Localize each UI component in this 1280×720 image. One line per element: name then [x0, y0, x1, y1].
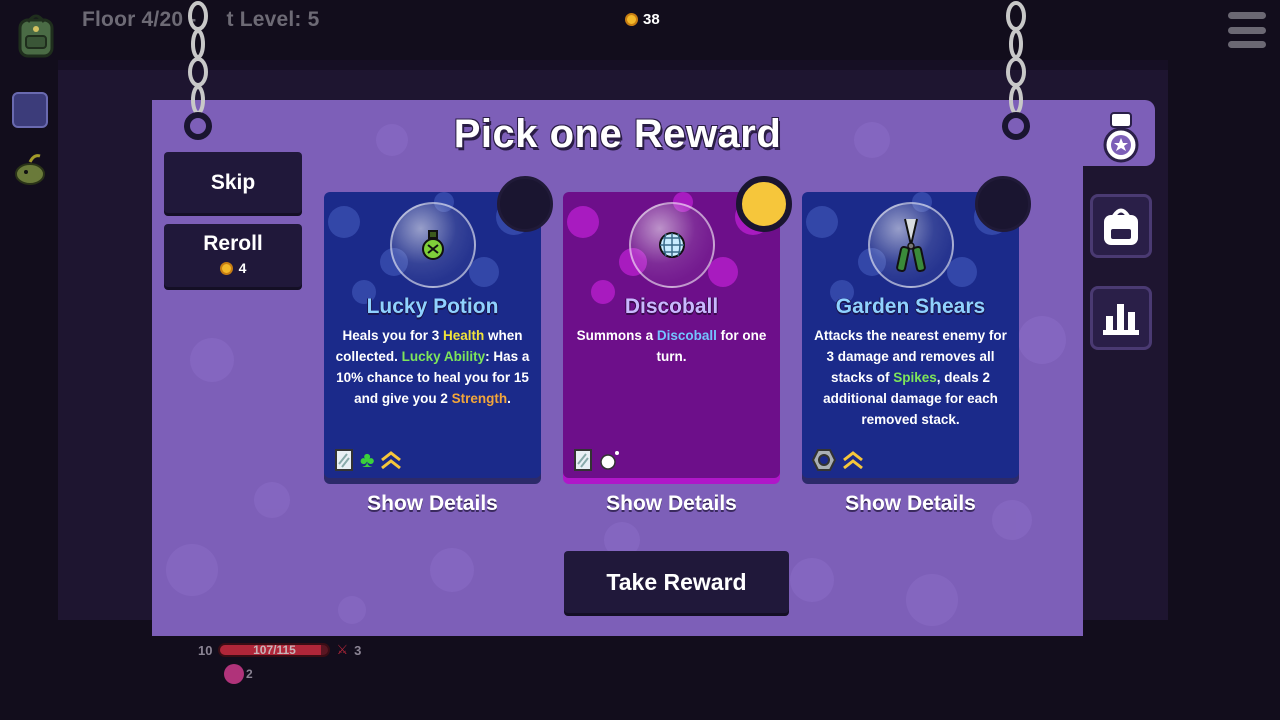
- card-tags: [812, 448, 864, 472]
- description-text: Summons a: [576, 328, 657, 343]
- map-icon[interactable]: [12, 92, 48, 128]
- backpack-button[interactable]: [1090, 194, 1152, 258]
- show-details-link[interactable]: Show Details: [324, 492, 541, 516]
- level-text: t Level: 5: [226, 8, 320, 31]
- card-orb: [390, 202, 476, 288]
- description-text: .: [507, 391, 511, 406]
- attack-value: 3: [354, 642, 362, 658]
- reward-card-discoball[interactable]: Discoball Summons a Discoball for one tu…: [563, 192, 780, 478]
- skip-button[interactable]: Skip: [164, 152, 302, 213]
- skull-icon: [224, 664, 244, 684]
- keyword: Lucky Ability: [401, 349, 486, 364]
- show-details-link[interactable]: Show Details: [563, 492, 780, 516]
- card-title: Garden Shears: [835, 295, 986, 318]
- card-description: Heals you for 3 Health when collected. L…: [334, 325, 531, 409]
- skull-counter: 2: [224, 664, 253, 684]
- keyword: Spikes: [893, 370, 937, 385]
- potion-icon: [422, 230, 444, 260]
- player-stats: 10 107/115 ⚔ 3: [198, 642, 361, 658]
- reroll-button[interactable]: Reroll 4: [164, 224, 302, 287]
- menu-button[interactable]: [1228, 12, 1266, 48]
- sparkle-orb-icon: [600, 451, 619, 470]
- panel-title: Pick one Reward: [453, 112, 782, 156]
- stats-button[interactable]: [1090, 286, 1152, 350]
- shears-icon: [896, 218, 926, 273]
- card-description: Attacks the nearest enemy for 3 damage a…: [812, 325, 1009, 430]
- card-orb: [629, 202, 715, 288]
- chevron-up-icon: [381, 451, 402, 470]
- shield-value: 10: [198, 642, 213, 658]
- chevron-up-icon: [843, 451, 863, 470]
- take-reward-button[interactable]: Take Reward: [564, 551, 789, 613]
- skull-count: 2: [246, 667, 253, 681]
- keyword: Health: [443, 328, 485, 343]
- pet-icon[interactable]: [12, 150, 48, 186]
- rarity-indicator: [975, 176, 1031, 232]
- card-description: Summons a Discoball for one turn.: [573, 325, 770, 367]
- sword-icon: ⚔: [336, 642, 349, 657]
- reroll-cost: 4: [164, 260, 302, 276]
- description-text: Heals you for 3: [342, 328, 443, 343]
- coin-icon: [219, 261, 233, 275]
- card-title: Lucky Potion: [366, 295, 499, 318]
- clover-icon: ♣: [360, 447, 375, 472]
- discoball-icon: [659, 232, 685, 258]
- card-tags: ♣: [334, 448, 402, 472]
- backpack-icon: [1104, 208, 1138, 245]
- card-orb: [868, 202, 954, 288]
- coin-counter: 38: [625, 11, 660, 28]
- nut-icon: [812, 449, 836, 471]
- menu-bar: [1228, 41, 1266, 48]
- reward-card-garden-shears[interactable]: Garden Shears Attacks the nearest enemy …: [802, 192, 1019, 478]
- health-text: 107/115: [253, 643, 296, 657]
- rarity-indicator-gold: [736, 176, 792, 232]
- coin-icon: [625, 13, 638, 26]
- card-title: Discoball: [624, 295, 719, 318]
- show-details-link[interactable]: Show Details: [802, 492, 1019, 516]
- coin-count: 38: [643, 11, 660, 28]
- backpack-icon[interactable]: [12, 10, 60, 60]
- stats-icon: [1103, 304, 1139, 335]
- rarity-indicator: [497, 176, 553, 232]
- menu-bar: [1228, 12, 1266, 19]
- keyword: Discoball: [656, 328, 717, 343]
- mirror-icon: [574, 449, 592, 471]
- keyword: Strength: [451, 391, 508, 406]
- medal-icon[interactable]: [1090, 106, 1152, 170]
- reroll-label: Reroll: [203, 232, 263, 255]
- mirror-icon: [335, 449, 353, 471]
- reward-card-lucky-potion[interactable]: Lucky Potion Heals you for 3 Health when…: [324, 192, 541, 478]
- card-tags: [573, 448, 621, 472]
- menu-bar: [1228, 26, 1266, 34]
- reroll-cost-value: 4: [238, 260, 247, 276]
- health-bar: 107/115: [218, 643, 331, 657]
